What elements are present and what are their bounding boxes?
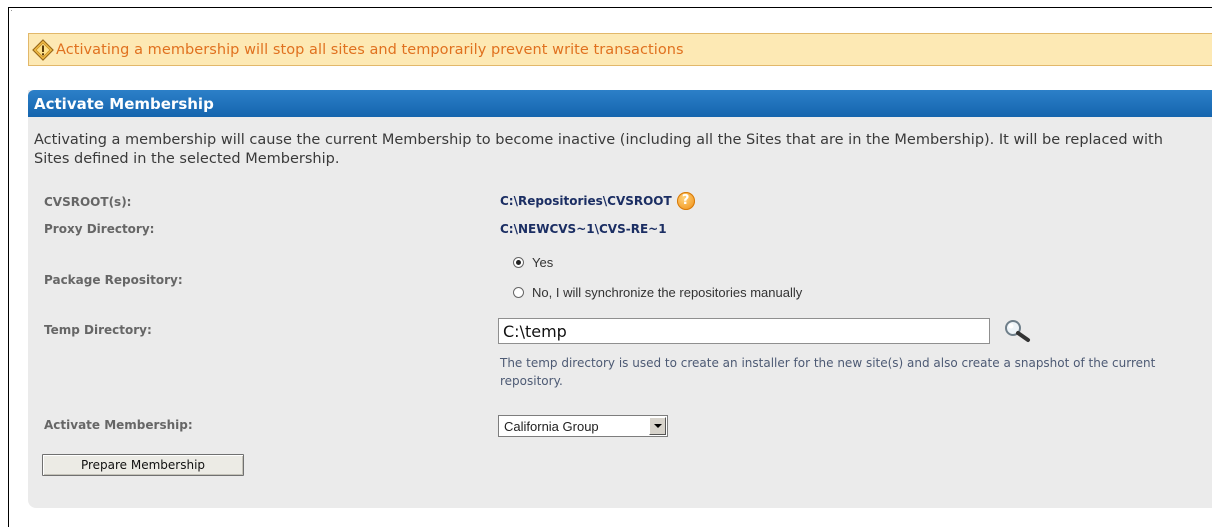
prepare-membership-button[interactable]: Prepare Membership [42, 454, 244, 476]
radio-yes-button[interactable] [513, 257, 524, 268]
activate-membership-panel: Activate Membership Activating a members… [28, 90, 1212, 508]
radio-no[interactable]: No, I will synchronize the repositories … [513, 285, 802, 300]
membership-select[interactable]: California Group [498, 415, 668, 437]
radio-yes[interactable]: Yes [513, 255, 553, 270]
proxy-directory-label: Proxy Directory: [44, 222, 155, 236]
activate-membership-label: Activate Membership: [44, 418, 193, 432]
radio-no-button[interactable] [513, 287, 524, 298]
warning-banner: Activating a membership will stop all si… [28, 33, 1212, 66]
temp-directory-input[interactable] [498, 318, 990, 344]
cvsroot-label: CVSROOT(s): [44, 195, 132, 209]
corner-dot [11, 10, 12, 11]
package-repository-label: Package Repository: [44, 273, 183, 287]
help-icon[interactable]: ? [676, 192, 695, 210]
radio-yes-label: Yes [532, 255, 554, 270]
warning-diamond-icon [32, 38, 54, 61]
panel-title: Activate Membership [28, 90, 1212, 117]
warning-text: Activating a membership will stop all si… [56, 41, 684, 58]
panel-description: Activating a membership will cause the c… [34, 132, 1163, 167]
radio-no-label: No, I will synchronize the repositories … [532, 285, 803, 300]
proxy-directory-value: C:\NEWCVS~1\CVS-RE~1 [500, 222, 667, 236]
temp-directory-help: The temp directory is used to create an … [500, 356, 1156, 388]
temp-directory-label: Temp Directory: [44, 323, 152, 337]
browse-search-icon[interactable] [1002, 318, 1032, 344]
cvsroot-value-row: C:\Repositories\CVSROOT ? [500, 192, 695, 210]
chevron-down-icon[interactable] [649, 417, 666, 435]
membership-select-value: California Group [504, 418, 599, 434]
cvsroot-value: C:\Repositories\CVSROOT [500, 194, 672, 208]
